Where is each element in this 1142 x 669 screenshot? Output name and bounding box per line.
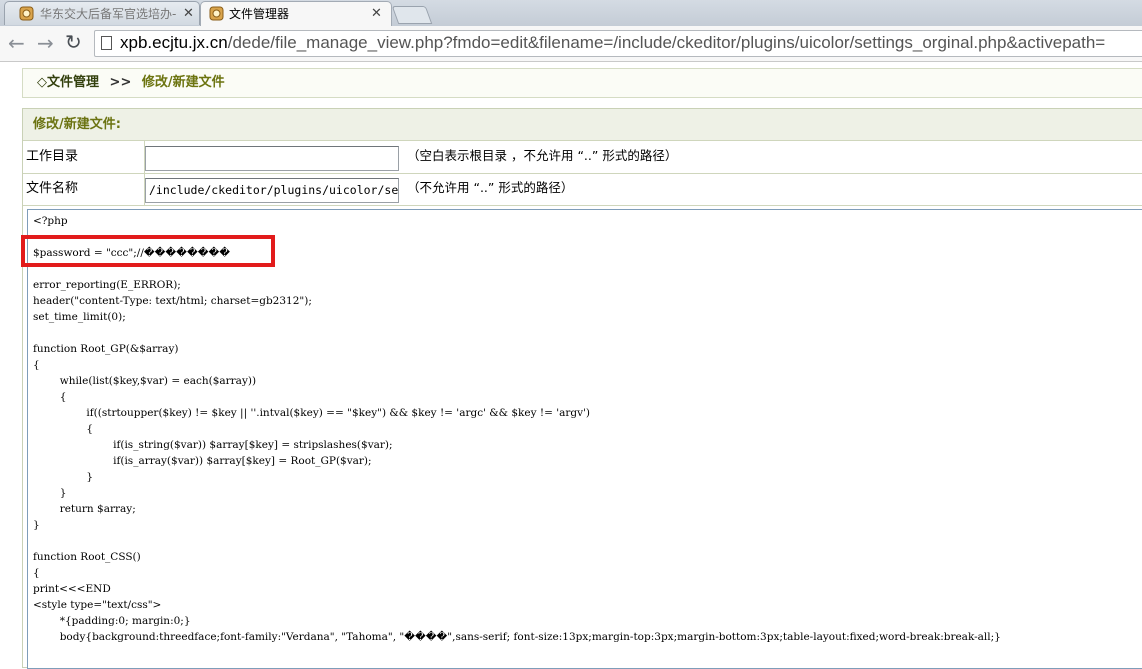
site-favicon-icon: [19, 6, 34, 21]
code-editor-textarea[interactable]: <?php $password = "ccc";//�������� error…: [27, 209, 1142, 669]
workdir-row: 工作目录 （空白表示根目录 ，不允许用 “..” 形式的路径）: [23, 141, 1142, 174]
breadcrumb-edit-file-link[interactable]: 修改/新建文件: [142, 75, 225, 90]
edit-file-form: 修改/新建文件: 工作目录 （空白表示根目录 ，不允许用 “..” 形式的路径）…: [22, 108, 1142, 669]
breadcrumb-separator: >>: [109, 75, 132, 90]
url-host: xpb.ecjtu.jx.cn: [120, 33, 228, 52]
code-content: <?php $password = "ccc";//�������� error…: [33, 215, 1001, 643]
close-icon[interactable]: ✕: [371, 3, 382, 25]
browser-tab-bar: 华东交大后备军官选培办- ✕ 文件管理器 ✕: [0, 0, 1142, 27]
breadcrumb-prefix: ◇: [37, 75, 47, 90]
forward-arrow-icon[interactable]: →: [37, 31, 54, 55]
site-favicon-icon: [209, 6, 224, 21]
back-arrow-icon[interactable]: ←: [8, 31, 25, 55]
form-header: 修改/新建文件:: [23, 109, 1142, 141]
tab-title: 华东交大后备军官选培办-: [40, 7, 177, 21]
filename-hint: （不允许用 “..” 形式的路径）: [407, 180, 574, 195]
tab-inactive[interactable]: 华东交大后备军官选培办- ✕: [4, 1, 200, 25]
browser-toolbar: ← → ↻ xpb.ecjtu.jx.cn/dede/file_manage_v…: [0, 26, 1142, 62]
new-tab-button[interactable]: [391, 6, 433, 24]
close-icon[interactable]: ✕: [183, 3, 194, 25]
url-path: /dede/file_manage_view.php?fmdo=edit&fil…: [227, 33, 1106, 52]
filename-input[interactable]: /include/ckeditor/plugins/uicolor/settin…: [145, 178, 399, 203]
password-highlight-box: [21, 235, 275, 267]
workdir-input[interactable]: [145, 146, 399, 171]
workdir-label: 工作目录: [23, 141, 145, 173]
tab-active[interactable]: 文件管理器 ✕: [200, 1, 392, 27]
filename-row: 文件名称 /include/ckeditor/plugins/uicolor/s…: [23, 173, 1142, 206]
breadcrumb: ◇文件管理 >> 修改/新建文件: [22, 68, 1142, 98]
filename-label: 文件名称: [23, 173, 145, 205]
breadcrumb-file-manage-link[interactable]: 文件管理: [47, 75, 99, 90]
page-icon: [101, 36, 112, 50]
url-text: xpb.ecjtu.jx.cn/dede/file_manage_view.ph…: [120, 33, 1105, 53]
workdir-hint: （空白表示根目录 ，不允许用 “..” 形式的路径）: [407, 148, 678, 163]
address-bar[interactable]: xpb.ecjtu.jx.cn/dede/file_manage_view.ph…: [94, 30, 1142, 57]
tab-title: 文件管理器: [229, 7, 290, 21]
reload-icon[interactable]: ↻: [65, 30, 82, 54]
